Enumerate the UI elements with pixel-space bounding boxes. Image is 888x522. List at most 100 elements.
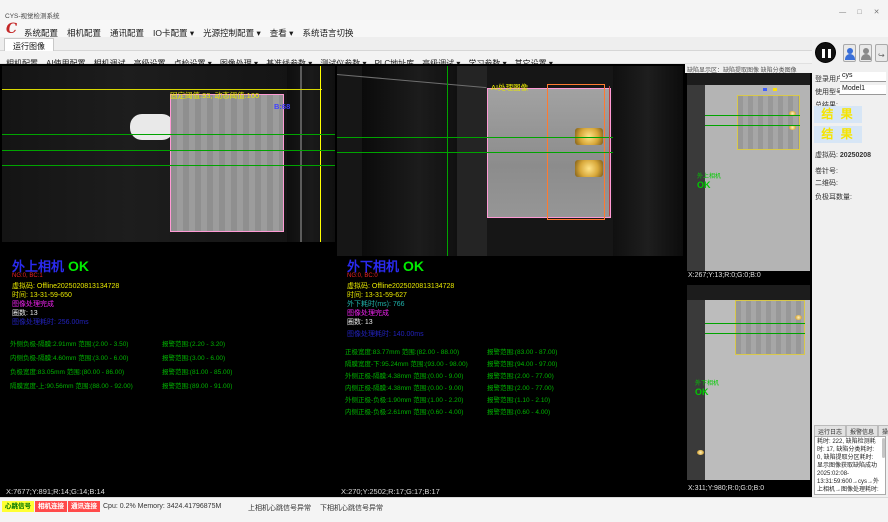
user-icon (845, 54, 855, 60)
preview-baseline-1 (705, 115, 800, 116)
window-title: CYS-视觉检测系统 (5, 10, 60, 20)
cursor-info: X:7677;Y:891;R:14;G:14;B:14 (6, 487, 105, 496)
pause-icon (828, 49, 831, 58)
measurement-alarm: 报警范围:(89.00 - 91.00) (162, 380, 232, 390)
toolbar: 相机配置AI使用配置相机调试高级设置点检设置 ▾图像处理 ▾基准线参数 ▾测试仪… (0, 51, 888, 64)
model-value-field[interactable]: Model1 (840, 85, 886, 95)
measurement-value: 隔膜宽度-下:95.24mm 范围:(93.00 - 98.00) (345, 358, 468, 368)
virtual-code-caption: 虚拟码: (815, 152, 838, 159)
lower-camera-panel: AI处理图像 外下相机OK NG:0, BC:0 虚拟码: Offline202… (337, 66, 683, 497)
lower-defect-preview[interactable]: 外下相机 OK (687, 285, 810, 480)
user-button[interactable] (843, 44, 856, 62)
marker-yellow (773, 88, 777, 91)
preview-status: 外下相机 OK (695, 380, 719, 398)
sparkle-highlight (795, 315, 802, 320)
measurement-row: 内侧负极-隔膜:4.60mm 范围:(3.00 - 6.00) 报警范围:(3.… (2, 352, 335, 366)
baseline-3 (2, 165, 335, 166)
cell-region-overlay (170, 94, 284, 232)
tab-count-label: 负极耳数量: (815, 192, 852, 202)
app-window: CYS-视觉检测系统 — □ ✕ C 系统配置相机配置通讯配置IO卡配置 ▾光源… (0, 0, 888, 522)
machine-right-band (613, 66, 683, 256)
menu-bar: C 系统配置相机配置通讯配置IO卡配置 ▾光源控制配置 ▾查看 ▾系统语言切换 (0, 20, 888, 37)
log-scrollbar[interactable] (882, 438, 885, 458)
logout-button[interactable]: ↪ (875, 44, 888, 62)
login-value-field[interactable]: cys (840, 72, 886, 82)
bright-edge-line (300, 66, 302, 242)
measurement-row: 内侧正极-负极:2.61mm 范围:(0.60 - 4.00) 报警范围:(0.… (337, 406, 683, 418)
measurement-value: 外侧正极-隔膜:4.38mm 范围:(0.00 - 9.00) (345, 370, 463, 380)
result-box-upper: 结 果 (814, 106, 862, 123)
log-tabs: 运行日志报警信息操作信息 (814, 425, 888, 436)
measurement-value: 外侧负极-隔膜:2.91mm 范围:(2.00 - 3.50) (10, 338, 128, 348)
preview-cell-region (735, 300, 805, 355)
threshold-overlay-text: 固定阈值:93, 动态阈值:100 (170, 90, 259, 101)
tab-strip: 运行图像 (0, 37, 888, 51)
result-box-lower: 结 果 (814, 126, 862, 143)
main-view: 固定阈值:93, 动态阈值:100 B:68 外上相机OK NG:0, BC:1… (0, 64, 888, 497)
preview-cell-region (737, 95, 800, 150)
cpu-memory-text: Cpu: 0.2% Memory: 3424.41796875M (103, 503, 221, 510)
preview-cursor-info: X:311;Y:980;R:0;G:0;B:0 (688, 485, 764, 492)
upper-camera-warning: 上相机心跳信号异常 (248, 503, 311, 513)
upper-camera-image[interactable]: 固定阈值:93, 动态阈值:100 B:68 (2, 66, 335, 242)
pause-button[interactable] (815, 42, 836, 63)
measurement-alarm: 报警范围:(81.00 - 85.00) (162, 366, 232, 376)
log-tab[interactable]: 操作信息 (878, 425, 888, 436)
preview-dark-band (687, 73, 705, 271)
measurement-alarm: 报警范围:(2.00 - 77.00) (487, 382, 554, 392)
measurement-row: 外侧正极-负极:1.90mm 范围:(1.00 - 2.20) 报警范围:(1.… (337, 394, 683, 406)
upper-camera-panel: 固定阈值:93, 动态阈值:100 B:68 外上相机OK NG:0, BC:1… (2, 66, 335, 497)
preview-status-ok: OK (697, 180, 711, 190)
log-tab[interactable]: 报警信息 (846, 425, 878, 436)
machine-dark-band (287, 66, 335, 242)
status-ok: OK (403, 258, 424, 274)
red-edge-line (609, 86, 610, 216)
measurement-row: 隔膜宽度-上:90.56mm 范围:(88.00 - 92.00) 报警范围:(… (2, 380, 335, 394)
heartbeat-status-badge: 心跳信号 (2, 501, 34, 512)
turns-text: 圈数: 13 (347, 317, 373, 327)
operator-button[interactable] (859, 44, 872, 62)
measurement-alarm: 报警范围:(83.00 - 87.00) (487, 346, 557, 356)
camera-connect-badge: 相机连接 (35, 501, 67, 512)
measurement-row: 外侧负极-隔膜:2.91mm 范围:(2.00 - 3.50) 报警范围:(2.… (2, 338, 335, 352)
measurement-list: 外侧负极-隔膜:2.91mm 范围:(2.00 - 3.50) 报警范围:(2.… (2, 338, 335, 394)
person-icon (861, 54, 871, 60)
lower-camera-warning: 下相机心跳信号异常 (320, 503, 383, 513)
preview-top-band (687, 73, 810, 85)
tab-run-image[interactable]: 运行图像 (4, 38, 54, 51)
ai-overlay-text: AI处理图像 (491, 82, 528, 93)
measurement-value: 外侧正极-负极:1.90mm 范围:(1.00 - 2.20) (345, 394, 463, 404)
camera-name: 外下相机 (347, 259, 399, 274)
lower-camera-image[interactable]: AI处理图像 (337, 66, 683, 256)
preview-baseline-2 (705, 125, 800, 126)
baseline-2 (337, 152, 613, 153)
title-bar: CYS-视觉检测系统 — □ ✕ (0, 0, 888, 20)
measurement-value: 正极宽度:83.77mm 范围:(82.00 - 88.00) (345, 346, 459, 356)
camera-name: 外上相机 (12, 259, 64, 274)
process-time-text: 图像处理耗时: 256.00ms (12, 317, 89, 327)
virtual-code-value: 20250208 (840, 152, 871, 159)
log-tab[interactable]: 运行日志 (814, 425, 846, 436)
sparkle-highlight (697, 450, 704, 455)
maximize-button[interactable]: □ (853, 9, 867, 16)
measurement-value: 负极宽度:83.05mm 范围:(80.00 - 86.00) (10, 366, 124, 376)
upper-defect-preview[interactable]: 外上相机 OK (687, 73, 810, 271)
measurement-alarm: 报警范围:(94.00 - 97.00) (487, 358, 557, 368)
preview-top-band (687, 285, 810, 300)
measurement-alarm: 报警范围:(0.60 - 4.00) (487, 406, 550, 416)
measurement-value: 内侧负极-隔膜:4.60mm 范围:(3.00 - 6.00) (10, 352, 128, 362)
marker-blue (763, 88, 767, 91)
close-button[interactable]: ✕ (870, 8, 884, 16)
cursor-info: X:270;Y:2502;R:17;G:17;B:17 (341, 487, 440, 496)
measurement-value: 隔膜宽度-上:90.56mm 范围:(88.00 - 92.00) (10, 380, 133, 390)
preview-cursor-info: X:267;Y:13;R:0;G:0;B:0 (688, 272, 761, 279)
virtual-code-label: 虚拟码: 20250208 (815, 150, 871, 160)
measurement-value: 内侧正极-隔膜:4.38mm 范围:(0.00 - 9.00) (345, 382, 463, 392)
measurement-alarm: 报警范围:(2.00 - 77.00) (487, 370, 554, 380)
tab-highlight-2 (575, 160, 603, 177)
measurement-row: 负极宽度:83.05mm 范围:(80.00 - 86.00) 报警范围:(81… (2, 366, 335, 380)
minimize-button[interactable]: — (836, 9, 850, 16)
baseline-1 (337, 137, 613, 138)
pixel-overlay-text: B:68 (274, 102, 290, 111)
baseline-2 (2, 150, 335, 151)
